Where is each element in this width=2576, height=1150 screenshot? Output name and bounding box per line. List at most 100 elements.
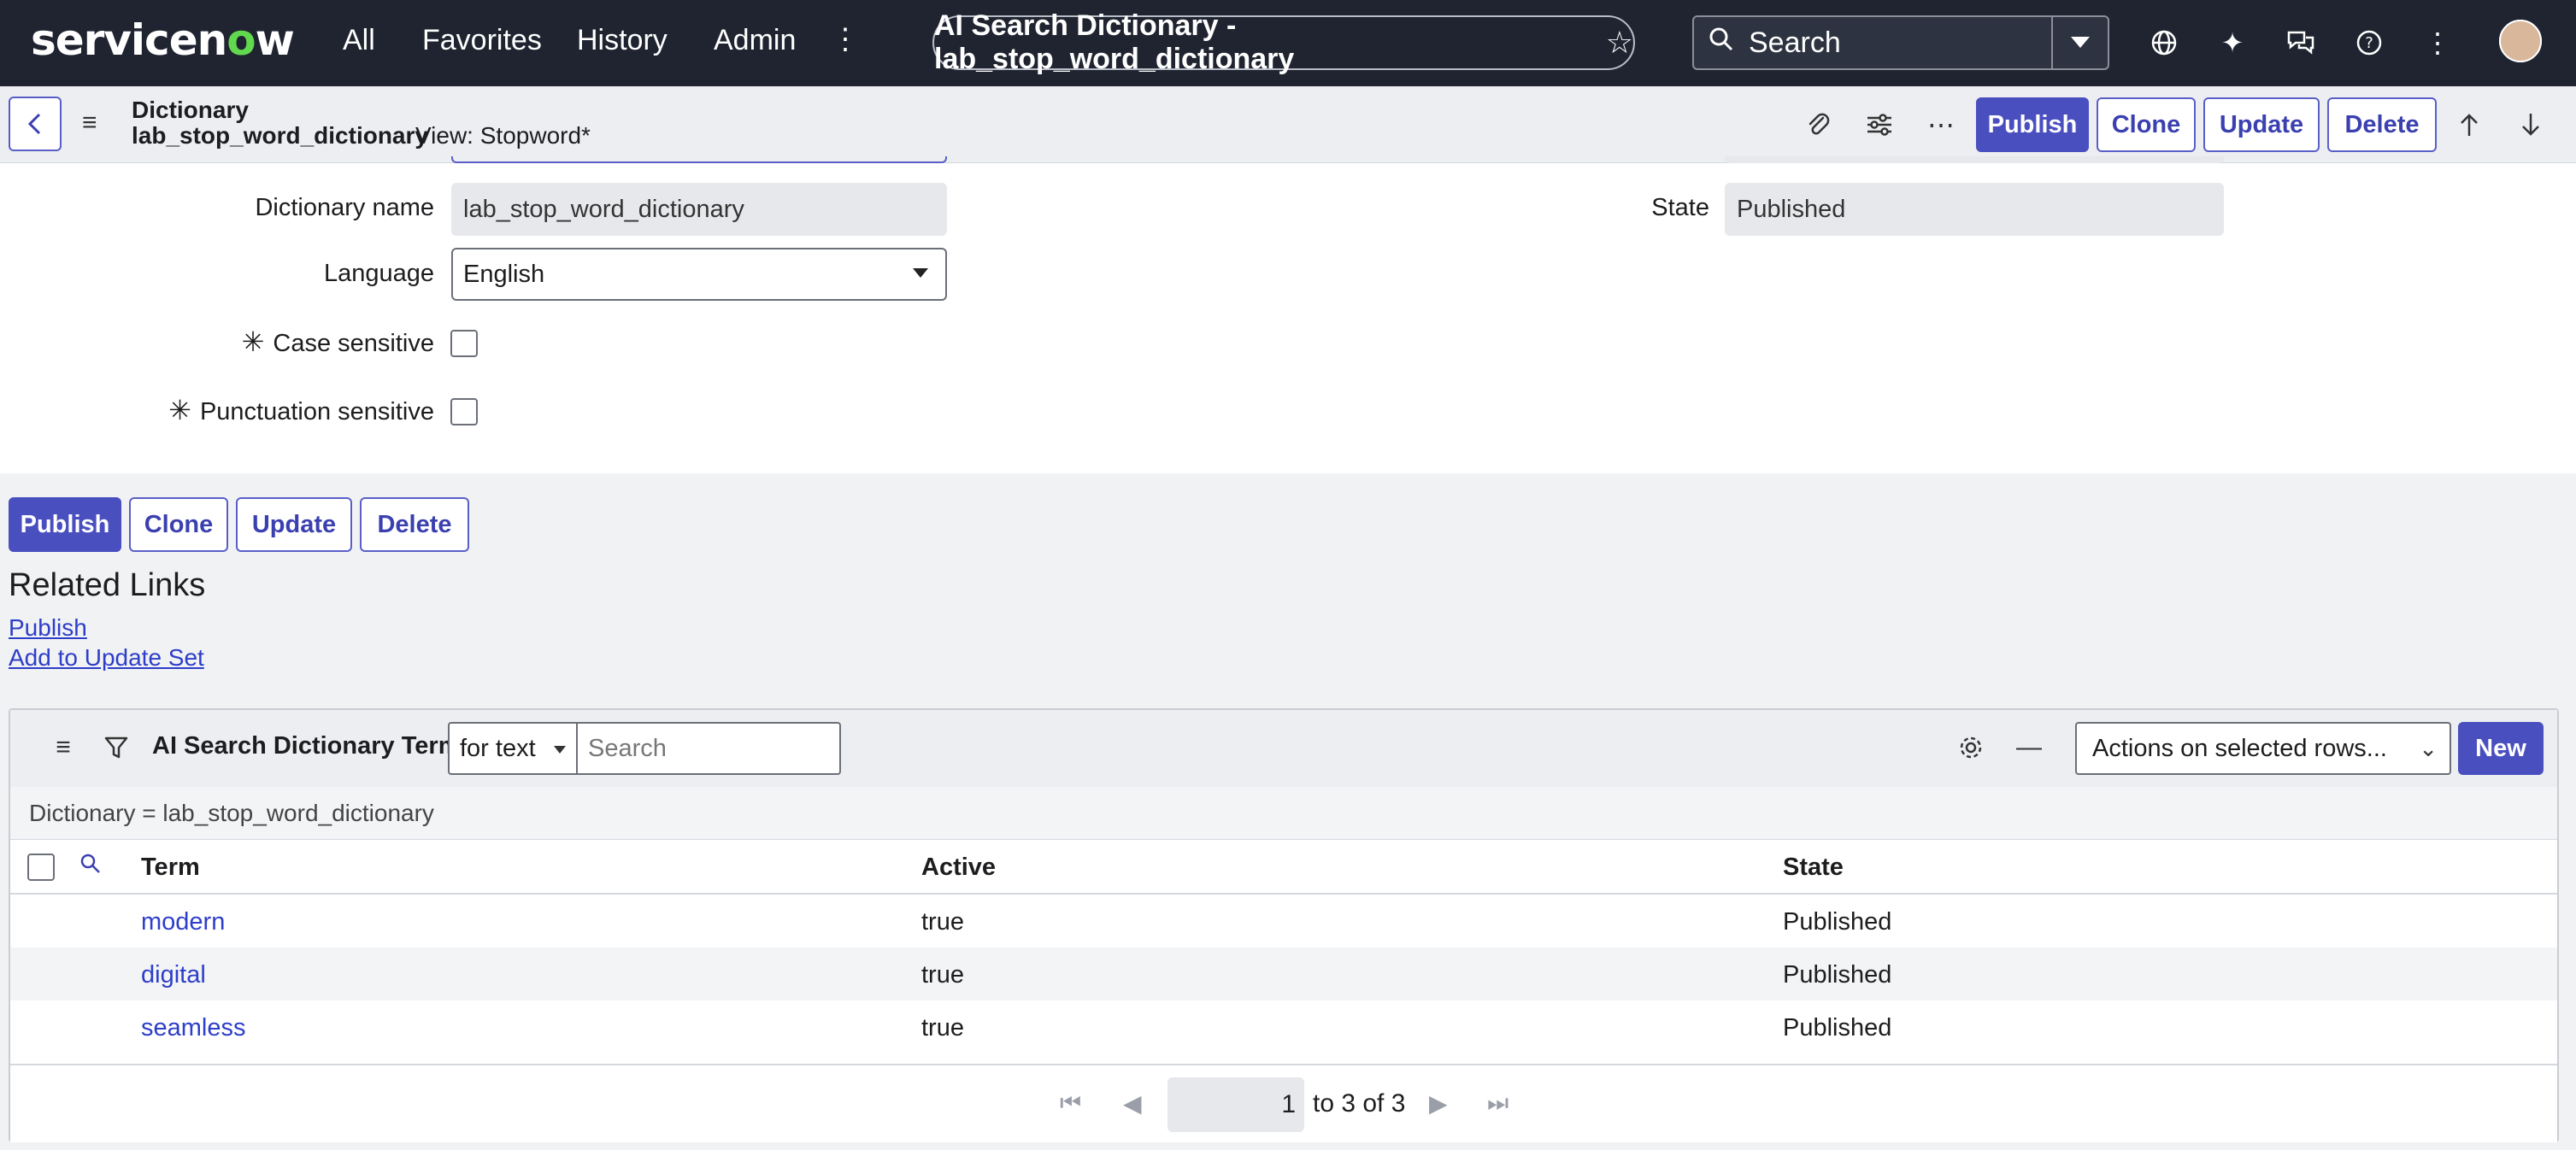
column-header-state[interactable]: State <box>1783 854 1844 882</box>
scrolled-field-edge <box>451 156 947 163</box>
required-icon: ✳ <box>168 395 191 425</box>
paperclip-icon[interactable] <box>1797 103 1839 146</box>
state-cell: Published <box>1783 961 1892 989</box>
case-sensitive-label: ✳ Case sensitive <box>171 326 434 358</box>
state-cell: Published <box>1783 908 1892 936</box>
search-field-select[interactable]: for text <box>448 722 578 775</box>
punctuation-sensitive-label-text: Punctuation sensitive <box>199 398 434 425</box>
record-type: Dictionary <box>132 97 249 123</box>
back-button[interactable] <box>9 97 62 151</box>
clone-button-bottom[interactable]: Clone <box>129 497 228 552</box>
list-menu-icon[interactable]: ≡ <box>43 727 84 768</box>
case-sensitive-checkbox[interactable] <box>450 330 478 357</box>
delete-button-bottom[interactable]: Delete <box>360 497 469 552</box>
publish-button[interactable]: Publish <box>1976 97 2089 152</box>
actions-select-value: Actions on selected rows... <box>2092 734 2387 762</box>
update-button-bottom[interactable]: Update <box>236 497 352 552</box>
search-field-select-value: for text <box>460 734 536 762</box>
related-link-publish[interactable]: Publish <box>9 614 87 642</box>
star-icon[interactable]: ☆ <box>1606 25 1633 61</box>
language-select-value: English <box>463 260 545 288</box>
chat-icon[interactable] <box>2280 22 2321 63</box>
minus-icon[interactable]: — <box>2008 727 2050 768</box>
related-list-panel: ≡ AI Search Dictionary Terms for text Se… <box>9 708 2559 1142</box>
search-columns-icon[interactable] <box>79 852 103 880</box>
dictionary-name-field[interactable]: lab_stop_word_dictionary <box>451 183 947 236</box>
term-link[interactable]: seamless <box>141 1014 246 1042</box>
required-icon: ✳ <box>241 326 265 357</box>
gear-icon[interactable] <box>1950 727 1991 768</box>
related-links-title: Related Links <box>9 567 206 603</box>
term-link[interactable]: modern <box>141 908 225 936</box>
servicenow-logo[interactable]: servicenow <box>31 15 295 65</box>
related-list-toolbar: ≡ AI Search Dictionary Terms for text Se… <box>10 710 2557 787</box>
last-page-icon[interactable]: ⏭ <box>1487 1089 1509 1118</box>
nav-admin[interactable]: Admin <box>714 24 796 57</box>
nav-history[interactable]: History <box>577 24 668 57</box>
settings-sliders-icon[interactable] <box>1858 103 1901 146</box>
help-icon[interactable]: ? <box>2349 22 2390 63</box>
page-number-input[interactable]: 1 <box>1167 1077 1304 1132</box>
punctuation-sensitive-checkbox[interactable] <box>450 398 478 425</box>
clone-button[interactable]: Clone <box>2097 97 2196 152</box>
online-status-dot <box>2499 20 2542 62</box>
state-label: State <box>1651 194 1709 221</box>
search-icon <box>1694 26 1749 59</box>
punctuation-sensitive-label: ✳ Punctuation sensitive <box>85 394 434 426</box>
search-scope-dropdown[interactable] <box>2051 17 2108 68</box>
select-all-checkbox[interactable] <box>27 854 55 881</box>
form-header: ≡ Dictionary lab_stop_word_dictionary Vi… <box>0 86 2576 163</box>
column-header-term[interactable]: Term <box>141 854 200 882</box>
related-list-title: AI Search Dictionary Terms <box>152 732 474 760</box>
more-vertical-icon[interactable]: ⋮ <box>2417 22 2458 63</box>
record-view: View: Stopword* <box>415 122 591 149</box>
record-name: lab_stop_word_dictionary <box>132 122 428 149</box>
related-link-add-to-update-set[interactable]: Add to Update Set <box>9 644 204 672</box>
table-row: modern true Published <box>10 895 2557 948</box>
filter-breadcrumb[interactable]: Dictionary = lab_stop_word_dictionary <box>10 787 2557 840</box>
active-cell: true <box>921 908 964 936</box>
arrow-down-icon[interactable] <box>2509 103 2552 146</box>
state-field[interactable]: Published <box>1725 183 2224 236</box>
arrow-up-icon[interactable] <box>2448 103 2491 146</box>
update-button[interactable]: Update <box>2203 97 2320 152</box>
chevron-down-icon <box>554 746 566 754</box>
case-sensitive-label-text: Case sensitive <box>273 330 434 357</box>
actions-on-selected-rows-select[interactable]: Actions on selected rows... ⌄ <box>2075 722 2451 775</box>
nav-favorites[interactable]: Favorites <box>422 24 542 57</box>
global-search-input[interactable]: Search <box>1749 26 2051 60</box>
publish-button-bottom[interactable]: Publish <box>9 497 121 552</box>
svg-text:?: ? <box>2365 34 2373 52</box>
table-row: seamless true Published <box>10 1000 2557 1053</box>
language-select[interactable]: English <box>451 248 947 301</box>
prev-page-icon[interactable]: ◀ <box>1123 1089 1142 1118</box>
form-body: Dictionary name lab_stop_word_dictionary… <box>0 156 2576 473</box>
global-search[interactable]: Search <box>1692 15 2109 70</box>
first-page-icon[interactable]: ⏮ <box>1060 1089 1081 1118</box>
nav-more-icon[interactable]: ⋮ <box>831 22 860 56</box>
nav-all[interactable]: All <box>343 24 375 57</box>
active-cell: true <box>921 961 964 989</box>
chevron-down-icon: ⌄ <box>2419 736 2438 761</box>
new-button[interactable]: New <box>2458 722 2544 775</box>
related-list-search-input[interactable]: Search <box>576 722 841 775</box>
dictionary-name-label: Dictionary name <box>255 194 434 221</box>
term-link[interactable]: digital <box>141 961 206 989</box>
more-horizontal-icon[interactable]: ⋯ <box>1920 103 1962 146</box>
scrolled-field-edge <box>1725 156 2224 163</box>
form-menu-icon[interactable]: ≡ <box>82 109 97 138</box>
table-row: digital true Published <box>10 948 2557 1000</box>
state-cell: Published <box>1783 1014 1892 1041</box>
next-page-icon[interactable]: ▶ <box>1429 1089 1448 1118</box>
column-header-active[interactable]: Active <box>921 854 996 882</box>
record-title: AI Search Dictionary - lab_stop_word_dic… <box>934 9 1295 75</box>
filter-icon[interactable] <box>96 727 137 768</box>
page-range-text: to 3 of 3 <box>1313 1089 1406 1118</box>
record-title-pill[interactable]: AI Search Dictionary - lab_stop_word_dic… <box>932 9 1635 75</box>
delete-button[interactable]: Delete <box>2327 97 2437 152</box>
chevron-down-icon <box>913 268 928 278</box>
sparkle-icon[interactable]: ✦ <box>2212 22 2253 63</box>
pagination: ⏮ ◀ 1 to 3 of 3 ▶ ⏭ <box>10 1064 2557 1142</box>
globe-icon[interactable] <box>2144 22 2185 63</box>
top-navigation-bar: servicenow All Favorites History Admin ⋮… <box>0 0 2576 86</box>
